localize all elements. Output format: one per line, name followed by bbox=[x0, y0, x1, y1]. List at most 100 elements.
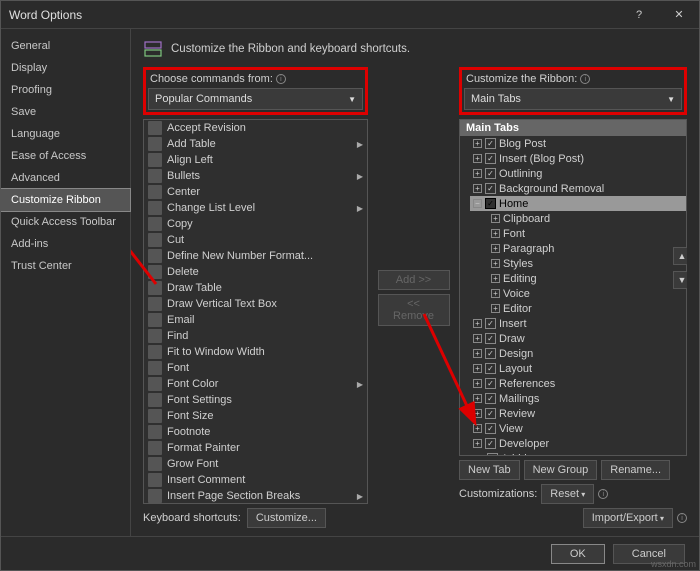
info-icon[interactable]: i bbox=[598, 489, 608, 499]
expand-icon[interactable]: + bbox=[491, 214, 500, 223]
sidebar-item-advanced[interactable]: Advanced bbox=[1, 167, 130, 189]
new-tab-button[interactable]: New Tab bbox=[459, 460, 520, 480]
reset-button[interactable]: Reset bbox=[541, 484, 594, 504]
info-icon[interactable]: i bbox=[580, 74, 590, 84]
help-button[interactable]: ? bbox=[619, 1, 659, 28]
sidebar-item-quick-access-toolbar[interactable]: Quick Access Toolbar bbox=[1, 211, 130, 233]
new-group-button[interactable]: New Group bbox=[524, 460, 598, 480]
checkbox[interactable]: ✓ bbox=[485, 408, 496, 419]
checkbox[interactable]: ✓ bbox=[485, 138, 496, 149]
sidebar-item-language[interactable]: Language bbox=[1, 123, 130, 145]
checkbox[interactable]: ✓ bbox=[485, 333, 496, 344]
import-export-button[interactable]: Import/Export bbox=[583, 508, 673, 528]
command-item[interactable]: Insert Page Section Breaks▶ bbox=[144, 488, 367, 504]
command-item[interactable]: Bullets▶ bbox=[144, 168, 367, 184]
command-item[interactable]: Font Color▶ bbox=[144, 376, 367, 392]
command-item[interactable]: Email bbox=[144, 312, 367, 328]
sidebar-item-proofing[interactable]: Proofing bbox=[1, 79, 130, 101]
command-item[interactable]: Footnote bbox=[144, 424, 367, 440]
tree-item-background-removal[interactable]: +✓Background Removal bbox=[470, 181, 686, 196]
checkbox[interactable]: ✓ bbox=[485, 183, 496, 194]
expand-icon[interactable]: + bbox=[491, 289, 500, 298]
expand-icon[interactable]: + bbox=[491, 304, 500, 313]
checkbox[interactable]: ✓ bbox=[485, 153, 496, 164]
command-item[interactable]: Grow Font bbox=[144, 456, 367, 472]
expand-icon[interactable]: + bbox=[473, 139, 482, 148]
expand-icon[interactable]: + bbox=[473, 334, 482, 343]
move-up-button[interactable]: ▲ bbox=[673, 247, 687, 265]
customize-ribbon-combo[interactable]: Main Tabs ▼ bbox=[464, 88, 682, 110]
command-item[interactable]: Format Painter bbox=[144, 440, 367, 456]
checkbox[interactable]: ✓ bbox=[485, 363, 496, 374]
command-item[interactable]: Add Table▶ bbox=[144, 136, 367, 152]
info-icon[interactable]: i bbox=[677, 513, 687, 523]
expand-icon[interactable]: + bbox=[491, 274, 500, 283]
checkbox[interactable]: ✓ bbox=[485, 198, 496, 209]
sidebar-item-ease-of-access[interactable]: Ease of Access bbox=[1, 145, 130, 167]
expand-icon[interactable]: + bbox=[473, 169, 482, 178]
expand-icon[interactable]: + bbox=[473, 154, 482, 163]
checkbox[interactable]: ✓ bbox=[487, 453, 498, 456]
expand-icon[interactable]: + bbox=[491, 244, 500, 253]
expand-icon[interactable]: + bbox=[473, 409, 482, 418]
tree-item-insert-blog-post-[interactable]: +✓Insert (Blog Post) bbox=[470, 151, 686, 166]
remove-button[interactable]: << Remove bbox=[378, 294, 450, 326]
tree-item-developer[interactable]: +✓Developer bbox=[470, 436, 686, 451]
tree-item-blog-post[interactable]: +✓Blog Post bbox=[470, 136, 686, 151]
expand-icon[interactable]: + bbox=[473, 379, 482, 388]
rename-button[interactable]: Rename... bbox=[601, 460, 670, 480]
expand-icon[interactable]: + bbox=[473, 439, 482, 448]
command-item[interactable]: Font bbox=[144, 360, 367, 376]
command-item[interactable]: Font Size bbox=[144, 408, 367, 424]
tree-item-view[interactable]: +✓View bbox=[470, 421, 686, 436]
commands-listbox[interactable]: Accept RevisionAdd Table▶Align LeftBulle… bbox=[143, 119, 368, 504]
info-icon[interactable]: i bbox=[276, 74, 286, 84]
checkbox[interactable]: ✓ bbox=[485, 378, 496, 389]
command-item[interactable]: Insert Comment bbox=[144, 472, 367, 488]
sidebar-item-general[interactable]: General bbox=[1, 35, 130, 57]
tree-item-font[interactable]: +Font bbox=[488, 226, 686, 241]
close-button[interactable]: ✕ bbox=[659, 1, 699, 28]
move-down-button[interactable]: ▼ bbox=[673, 271, 687, 289]
command-item[interactable]: Draw Table bbox=[144, 280, 367, 296]
sidebar-item-save[interactable]: Save bbox=[1, 101, 130, 123]
checkbox[interactable]: ✓ bbox=[485, 168, 496, 179]
tree-item-references[interactable]: +✓References bbox=[470, 376, 686, 391]
expand-icon[interactable]: + bbox=[473, 394, 482, 403]
command-item[interactable]: Fit to Window Width bbox=[144, 344, 367, 360]
command-item[interactable]: Font Settings bbox=[144, 392, 367, 408]
checkbox[interactable]: ✓ bbox=[485, 348, 496, 359]
checkbox[interactable]: ✓ bbox=[485, 438, 496, 449]
expand-icon[interactable]: + bbox=[473, 364, 482, 373]
tree-item-clipboard[interactable]: +Clipboard bbox=[488, 211, 686, 226]
tree-item-design[interactable]: +✓Design bbox=[470, 346, 686, 361]
tree-item-draw[interactable]: +✓Draw bbox=[470, 331, 686, 346]
expand-icon[interactable]: + bbox=[473, 319, 482, 328]
command-item[interactable]: Accept Revision bbox=[144, 120, 367, 136]
add-button[interactable]: Add >> bbox=[378, 270, 450, 290]
tree-item-add-ins[interactable]: ✓Add-ins bbox=[470, 451, 686, 456]
tree-item-styles[interactable]: +Styles bbox=[488, 256, 686, 271]
command-item[interactable]: Change List Level▶ bbox=[144, 200, 367, 216]
checkbox[interactable]: ✓ bbox=[485, 423, 496, 434]
choose-commands-combo[interactable]: Popular Commands ▼ bbox=[148, 88, 363, 110]
sidebar-item-display[interactable]: Display bbox=[1, 57, 130, 79]
tree-item-outlining[interactable]: +✓Outlining bbox=[470, 166, 686, 181]
tree-item-home[interactable]: −✓Home bbox=[470, 196, 686, 211]
ribbon-tree[interactable]: Main Tabs+✓Blog Post+✓Insert (Blog Post)… bbox=[459, 119, 687, 456]
command-item[interactable]: Delete bbox=[144, 264, 367, 280]
tree-item-mailings[interactable]: +✓Mailings bbox=[470, 391, 686, 406]
expand-icon[interactable]: + bbox=[491, 259, 500, 268]
tree-item-voice[interactable]: +Voice bbox=[488, 286, 686, 301]
sidebar-item-add-ins[interactable]: Add-ins bbox=[1, 233, 130, 255]
command-item[interactable]: Center bbox=[144, 184, 367, 200]
ok-button[interactable]: OK bbox=[551, 544, 605, 564]
command-item[interactable]: Align Left bbox=[144, 152, 367, 168]
customize-shortcuts-button[interactable]: Customize... bbox=[247, 508, 326, 528]
expand-icon[interactable]: − bbox=[473, 199, 482, 208]
tree-item-editing[interactable]: +Editing bbox=[488, 271, 686, 286]
command-item[interactable]: Copy bbox=[144, 216, 367, 232]
tree-item-review[interactable]: +✓Review bbox=[470, 406, 686, 421]
tree-item-layout[interactable]: +✓Layout bbox=[470, 361, 686, 376]
tree-item-paragraph[interactable]: +Paragraph bbox=[488, 241, 686, 256]
